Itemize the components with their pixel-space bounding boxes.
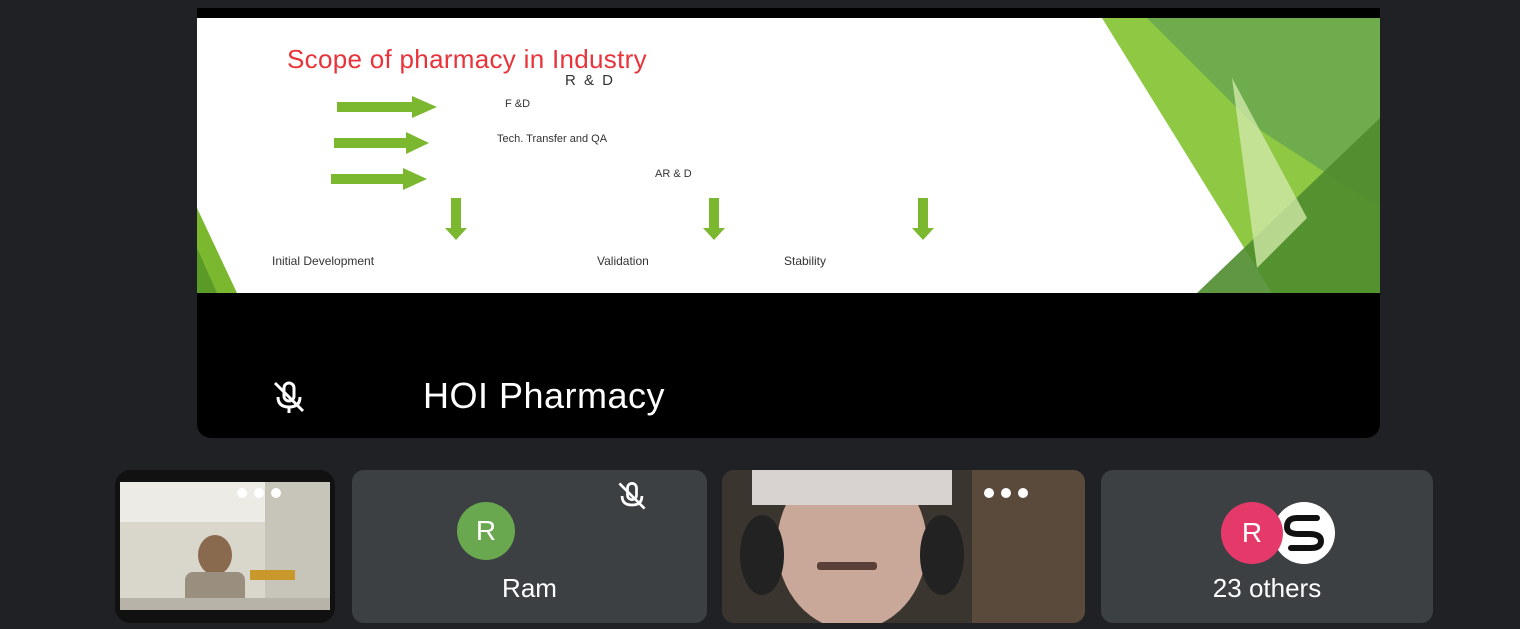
slide-title: Scope of pharmacy in Industry	[287, 44, 647, 74]
more-options-icon[interactable]	[984, 488, 1028, 498]
arrow-right-icon	[331, 168, 427, 190]
slide-subtitle: R & D	[565, 72, 616, 89]
participant-tile-ram[interactable]: R Ram	[352, 470, 707, 623]
participant-tile-video-1[interactable]	[115, 470, 335, 623]
slide-outcome-3: Stability	[784, 254, 827, 268]
arrow-down-icon	[912, 198, 934, 240]
mic-off-icon	[273, 381, 305, 413]
presentation-tile[interactable]: Scope of pharmacy in Industry R & D F &D…	[197, 8, 1380, 438]
arrow-down-icon	[703, 198, 725, 240]
participant-name: Ram	[502, 573, 557, 603]
arrow-down-icon	[445, 198, 467, 240]
slide-item-2: Tech. Transfer and QA	[497, 133, 608, 145]
avatar: R	[1221, 502, 1283, 564]
arrow-right-icon	[337, 96, 437, 118]
participant-tile-others[interactable]: R 23 others	[1101, 470, 1433, 623]
avatar-logo-icon	[1283, 515, 1325, 551]
slide-item-1: F &D	[505, 98, 531, 110]
shared-slide: Scope of pharmacy in Industry R & D F &D…	[197, 18, 1380, 293]
more-options-icon[interactable]	[237, 488, 281, 498]
participant-count: 23 others	[1212, 573, 1322, 603]
presenter-bar: HOI Pharmacy	[197, 353, 1380, 438]
slide-item-3: AR & D	[655, 168, 692, 180]
avatar: R	[457, 502, 515, 560]
participant-video	[115, 470, 335, 623]
participant-video	[722, 470, 1085, 623]
participant-tile-video-2[interactable]	[722, 470, 1085, 623]
slide-outcome-1: Initial Development	[272, 254, 375, 268]
slide-outcome-2: Validation	[597, 254, 649, 268]
mic-off-icon	[618, 482, 646, 510]
arrow-right-icon	[334, 132, 429, 154]
presenter-name: HOI Pharmacy	[423, 375, 666, 416]
